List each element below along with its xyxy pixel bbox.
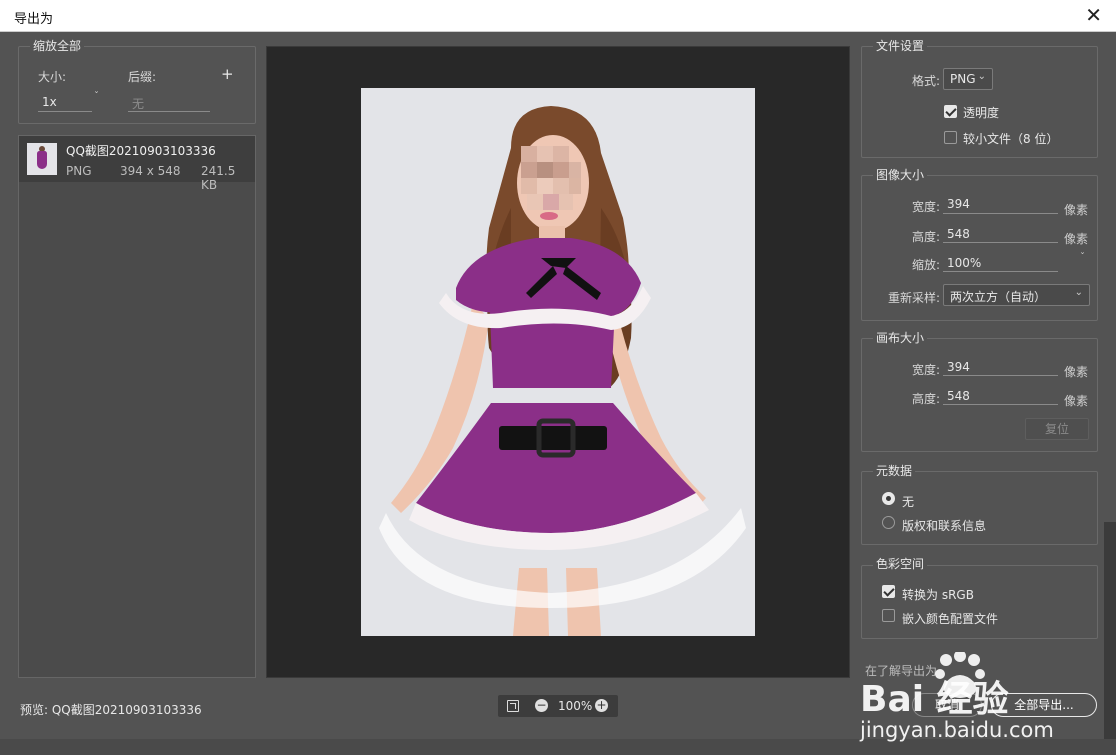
suffix-underline xyxy=(128,111,210,112)
canvas-height-label: 高度: xyxy=(912,392,941,406)
metadata-none-radio[interactable] xyxy=(882,492,895,505)
smaller-file-label: 较小文件（8 位） xyxy=(963,132,1059,146)
canvas-width-label: 宽度: xyxy=(912,363,941,377)
dialog-body: 缩放全部 大小: 后缀: + 1x ˇ 无 QQ截图20210903103336… xyxy=(0,32,1116,742)
canvas-height-unit: 像素 xyxy=(1064,394,1089,408)
resample-select[interactable]: 两次立方（自动） ⌄ xyxy=(943,284,1090,306)
scale-value[interactable]: 100% xyxy=(947,256,981,270)
preview-image xyxy=(361,88,755,636)
scale-all-title: 缩放全部 xyxy=(30,37,85,54)
format-value: PNG xyxy=(950,72,976,86)
suffix-label: 后缀: xyxy=(128,70,157,84)
zoom-control: − 100% + xyxy=(498,695,618,717)
metadata-copyright-label: 版权和联系信息 xyxy=(902,519,987,533)
file-list-panel: QQ截图20210903103336 PNG 394 x 548 241.5 K… xyxy=(18,135,256,678)
scale-label: 缩放: xyxy=(912,258,941,272)
preview-label: 预览: QQ截图20210903103336 xyxy=(20,703,202,717)
background-window-edge xyxy=(1104,522,1116,739)
size-select[interactable]: 1x ˇ xyxy=(38,91,102,112)
chevron-down-icon: ˇ xyxy=(94,91,99,102)
chevron-down-icon: ⌄ xyxy=(977,71,986,82)
fit-view-icon[interactable] xyxy=(507,700,519,712)
resample-label: 重新采样: xyxy=(888,291,941,305)
metadata-title: 元数据 xyxy=(873,462,916,479)
learn-more-link[interactable]: 在了解导出为 xyxy=(865,662,937,679)
file-name: QQ截图20210903103336 xyxy=(66,144,216,158)
metadata-none-label: 无 xyxy=(902,495,915,509)
canvas-height-value[interactable]: 548 xyxy=(947,389,970,403)
window-title: 导出为 xyxy=(14,12,54,27)
resample-value: 两次立方（自动） xyxy=(950,290,1047,304)
color-space-title: 色彩空间 xyxy=(873,555,928,572)
zoom-out-icon[interactable]: − xyxy=(535,699,548,712)
preview-canvas[interactable] xyxy=(266,46,850,678)
size-underline xyxy=(38,111,92,112)
file-thumbnail xyxy=(27,143,57,175)
embed-profile-checkbox[interactable] xyxy=(882,609,895,622)
convert-srgb-label: 转换为 sRGB xyxy=(902,588,974,602)
cancel-button[interactable]: 取消 xyxy=(912,693,982,717)
model-illustration xyxy=(361,88,755,636)
embed-profile-label: 嵌入颜色配置文件 xyxy=(902,612,999,626)
add-scale-icon[interactable]: + xyxy=(221,65,234,83)
file-size: 241.5 KB xyxy=(201,164,236,192)
size-label: 大小: xyxy=(38,70,67,84)
file-format: PNG xyxy=(66,164,92,178)
suffix-input[interactable]: 无 xyxy=(128,92,210,112)
transparency-label: 透明度 xyxy=(963,106,1000,120)
file-settings-title: 文件设置 xyxy=(873,37,928,54)
transparency-checkbox[interactable] xyxy=(944,105,957,118)
canvas-width-value[interactable]: 394 xyxy=(947,360,970,374)
canvas-width-unit: 像素 xyxy=(1064,365,1089,379)
image-height-label: 高度: xyxy=(912,230,941,244)
image-width-underline xyxy=(943,213,1058,214)
image-width-label: 宽度: xyxy=(912,200,941,214)
zoom-in-icon[interactable]: + xyxy=(595,699,608,712)
smaller-file-checkbox[interactable] xyxy=(944,131,957,144)
format-label: 格式: xyxy=(912,74,941,88)
scale-all-group xyxy=(18,46,256,124)
image-height-underline xyxy=(943,242,1058,243)
canvas-width-underline xyxy=(943,375,1058,376)
format-select[interactable]: PNG ⌄ xyxy=(943,68,993,90)
watermark-url: jingyan.baidu.com xyxy=(860,718,1054,742)
list-item[interactable]: QQ截图20210903103336 PNG 394 x 548 241.5 K… xyxy=(19,136,255,192)
metadata-copyright-radio[interactable] xyxy=(882,516,895,529)
title-bar: 导出为 ✕ xyxy=(0,0,1116,32)
image-height-value[interactable]: 548 xyxy=(947,227,970,241)
file-dimensions: 394 x 548 xyxy=(120,164,181,178)
image-size-title: 图像大小 xyxy=(873,166,928,183)
chevron-down-icon: ⌄ xyxy=(1074,287,1083,298)
zoom-level: 100% xyxy=(558,699,593,713)
canvas-height-underline xyxy=(943,404,1058,405)
chevron-down-icon[interactable]: ˇ xyxy=(1080,252,1085,263)
canvas-size-title: 画布大小 xyxy=(873,329,928,346)
image-width-value[interactable]: 394 xyxy=(947,197,970,211)
size-value: 1x xyxy=(42,95,57,109)
color-space-group xyxy=(861,565,1098,639)
suffix-placeholder: 无 xyxy=(132,97,145,111)
close-icon[interactable]: ✕ xyxy=(1085,4,1102,26)
reset-button[interactable]: 复位 xyxy=(1025,418,1089,440)
image-height-unit: 像素 xyxy=(1064,232,1089,246)
convert-srgb-checkbox[interactable] xyxy=(882,585,895,598)
scale-underline xyxy=(943,271,1058,272)
export-all-button[interactable]: 全部导出... xyxy=(991,693,1097,717)
image-width-unit: 像素 xyxy=(1064,203,1089,217)
